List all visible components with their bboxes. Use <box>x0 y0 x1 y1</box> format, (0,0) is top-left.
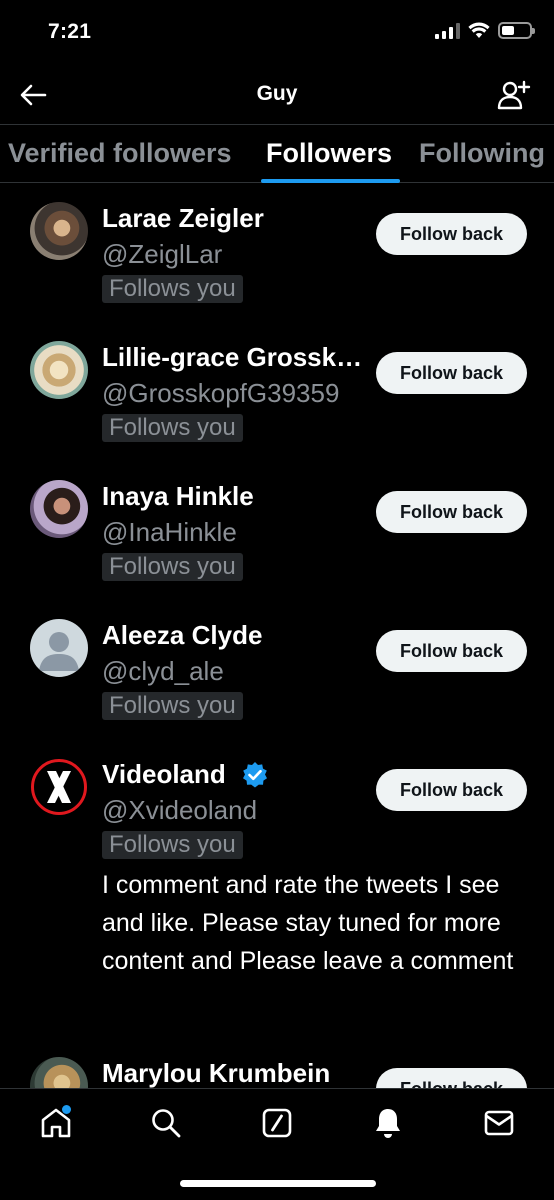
follows-you-badge: Follows you <box>102 414 243 442</box>
follows-you-badge: Follows you <box>102 831 243 859</box>
nav-search[interactable] <box>146 1103 186 1143</box>
follow-back-button[interactable]: Follow back <box>376 491 527 533</box>
messages-icon <box>484 1110 514 1136</box>
follows-you-badge: Follows you <box>102 553 243 581</box>
verified-badge-icon <box>243 762 267 788</box>
user-handle: @InaHinkle <box>102 517 237 547</box>
user-handle: @ZeiglLar <box>102 239 223 269</box>
follow-back-button[interactable]: Follow back <box>376 769 527 811</box>
follow-back-button[interactable]: Follow back <box>376 352 527 394</box>
avatar[interactable] <box>30 341 88 399</box>
signal-icon <box>435 22 460 39</box>
battery-icon <box>498 22 535 39</box>
page-title: Guy <box>256 82 298 105</box>
nav-home[interactable] <box>36 1103 76 1143</box>
nav-notifications[interactable] <box>368 1103 408 1143</box>
battery-fill <box>502 26 514 35</box>
user-name[interactable]: Marylou Krumbein <box>102 1058 330 1088</box>
follow-back-button[interactable]: Follow back <box>376 213 527 255</box>
avatar[interactable] <box>30 1057 88 1088</box>
notifications-icon <box>376 1109 400 1138</box>
nav-messages[interactable] <box>479 1103 519 1143</box>
home-indicator <box>180 1180 376 1187</box>
follows-you-badge: Follows you <box>102 275 243 303</box>
follow-back-button[interactable]: Follow back <box>376 1068 527 1088</box>
user-handle: @clyd_ale <box>102 656 224 686</box>
user-bio: I comment and rate the tweets I see and … <box>102 871 514 975</box>
avatar[interactable] <box>30 480 88 538</box>
tab-following[interactable]: Following <box>419 138 545 169</box>
avatar[interactable] <box>30 758 88 816</box>
compose-icon <box>262 1108 292 1138</box>
nav-compose[interactable] <box>257 1103 297 1143</box>
top-bar: Guy <box>0 66 554 124</box>
follows-you-badge: Follows you <box>102 692 243 720</box>
avatar[interactable] <box>30 202 88 260</box>
tab-followers[interactable]: Followers <box>266 138 392 169</box>
user-name[interactable]: Larae Zeigler <box>102 203 264 234</box>
avatar[interactable] <box>30 619 88 677</box>
add-user-icon <box>497 80 531 110</box>
status-bar: 7:21 <box>0 0 554 66</box>
user-name[interactable]: Aleeza Clyde <box>102 620 262 651</box>
follow-back-button[interactable]: Follow back <box>376 630 527 672</box>
user-name[interactable]: Videoland <box>102 759 226 790</box>
add-user-button[interactable] <box>496 78 532 112</box>
user-name[interactable]: Inaya Hinkle <box>102 481 254 512</box>
default-avatar-icon <box>39 632 79 671</box>
videoland-logo-icon <box>31 759 87 815</box>
status-icons <box>435 22 535 39</box>
user-handle: @Xvideoland <box>102 795 258 825</box>
home-notification-dot <box>62 1105 71 1114</box>
followers-list[interactable]: Larae Zeigler @ZeiglLar Follows you Foll… <box>0 183 554 1088</box>
search-icon <box>152 1109 181 1138</box>
tab-bar: Verified followers Followers Following <box>0 124 554 183</box>
tab-verified-followers[interactable]: Verified followers <box>8 138 232 169</box>
user-name[interactable]: Lillie-grace Grosskopf <box>102 342 364 373</box>
user-handle: @GrosskopfG39359 <box>102 378 340 408</box>
status-time: 7:21 <box>48 20 92 43</box>
wifi-icon <box>468 22 490 38</box>
